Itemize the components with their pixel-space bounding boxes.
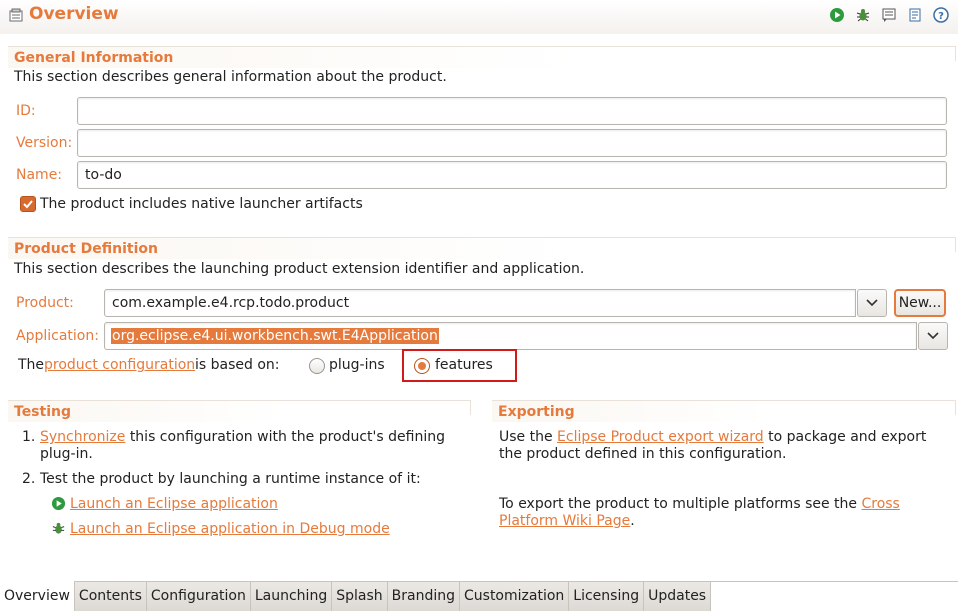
section-exporting[interactable]: Exporting — [492, 400, 956, 422]
general-description: This section describes general informati… — [14, 69, 447, 85]
step1-number: 1. — [22, 429, 36, 445]
checkmark-icon — [23, 200, 33, 209]
export-wizard-text: Use the Eclipse Product export wizard to… — [499, 429, 949, 463]
plugins-radio[interactable] — [309, 358, 325, 374]
export-icon[interactable] — [880, 6, 898, 24]
features-radio[interactable] — [414, 358, 430, 374]
overview-page-icon — [9, 8, 23, 22]
config-suffix: is based on: — [195, 357, 280, 373]
features-radio-label: features — [435, 357, 493, 373]
id-label: ID: — [16, 103, 36, 119]
application-combo[interactable]: org.eclipse.e4.ui.workbench.swt.E4Applic… — [104, 322, 917, 350]
tab-launching[interactable]: Launching — [250, 582, 333, 611]
tab-overview[interactable]: Overview — [0, 580, 75, 611]
svg-text:?: ? — [938, 11, 944, 22]
editor-header: Overview ? — [0, 0, 958, 34]
product-configuration-link[interactable]: product configuration — [44, 357, 195, 374]
tab-customization[interactable]: Customization — [460, 582, 570, 611]
debug-icon[interactable] — [854, 6, 872, 24]
launch-application-link[interactable]: Launch an Eclipse application — [70, 496, 278, 513]
tab-splash[interactable]: Splash — [332, 582, 388, 611]
new-product-button[interactable]: New... — [894, 289, 946, 317]
tab-updates[interactable]: Updates — [644, 582, 712, 611]
product-combo[interactable]: com.example.e4.rcp.todo.product — [104, 289, 856, 317]
sync-icon[interactable] — [906, 6, 924, 24]
product-label: Product: — [16, 295, 74, 311]
run-icon — [51, 496, 66, 511]
step1-text: Synchronize this configuration with the … — [40, 429, 468, 463]
version-field[interactable] — [77, 129, 947, 157]
section-product-definition[interactable]: Product Definition — [8, 237, 956, 259]
help-icon[interactable]: ? — [932, 6, 950, 24]
product-description: This section describes the launching pro… — [14, 261, 585, 277]
name-field[interactable]: to-do — [77, 161, 947, 189]
export-wizard-link[interactable]: Eclipse Product export wizard — [557, 429, 764, 445]
launch-debug-link[interactable]: Launch an Eclipse application in Debug m… — [70, 521, 390, 538]
step2-number: 2. — [22, 471, 36, 487]
config-prefix: The — [18, 357, 45, 373]
step2-text: Test the product by launching a runtime … — [40, 471, 421, 487]
tab-branding[interactable]: Branding — [387, 582, 460, 611]
run-icon[interactable] — [828, 6, 846, 24]
application-dropdown-button[interactable] — [918, 322, 948, 350]
header-toolbar: ? — [828, 6, 950, 24]
tab-configuration[interactable]: Configuration — [146, 582, 251, 611]
chevron-down-icon — [866, 299, 878, 307]
plugins-radio-label: plug-ins — [329, 357, 385, 373]
native-launcher-checkbox[interactable] — [20, 196, 36, 212]
tab-contents[interactable]: Contents — [74, 582, 147, 611]
section-general-information[interactable]: General Information — [8, 46, 956, 68]
product-dropdown-button[interactable] — [857, 289, 887, 317]
chevron-down-icon — [927, 332, 939, 340]
editor-tabs: Overview Contents Configuration Launchin… — [0, 580, 958, 611]
version-label: Version: — [16, 135, 73, 151]
application-value: org.eclipse.e4.ui.workbench.swt.E4Applic… — [111, 328, 439, 344]
name-label: Name: — [16, 167, 63, 183]
export-text-prefix: Use the — [499, 429, 553, 445]
application-label: Application: — [16, 328, 99, 344]
section-testing[interactable]: Testing — [8, 400, 471, 422]
cross-platform-prefix: To export the product to multiple platfo… — [499, 496, 858, 512]
testing-section-title: Testing — [14, 404, 71, 420]
native-launcher-label: The product includes native launcher art… — [40, 196, 363, 212]
exporting-section-title: Exporting — [498, 404, 575, 420]
debug-icon — [52, 522, 65, 534]
page-title: Overview — [29, 4, 119, 24]
general-section-title: General Information — [14, 50, 174, 66]
synchronize-link[interactable]: Synchronize — [40, 429, 125, 445]
tab-licensing[interactable]: Licensing — [569, 582, 645, 611]
cross-platform-text: To export the product to multiple platfo… — [499, 496, 919, 530]
cross-platform-suffix: . — [630, 513, 635, 529]
id-field[interactable] — [77, 97, 947, 125]
product-section-title: Product Definition — [14, 241, 158, 257]
